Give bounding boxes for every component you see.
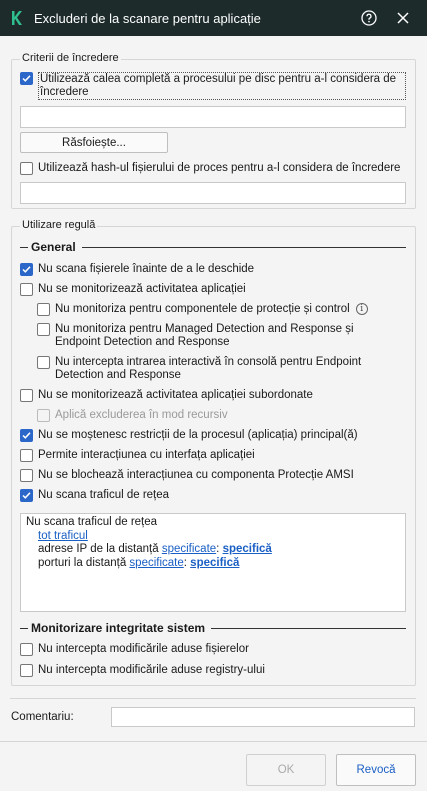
window-title: Excluderi de la scanare pentru aplicație xyxy=(34,10,261,26)
rule-no-monitor-mdr-edr[interactable]: Nu monitoriza pentru Managed Detection a… xyxy=(37,323,377,349)
rule-apply-recursive: Aplică excluderea în mod recursiv xyxy=(37,409,228,422)
rule-usage-legend: Utilizare regulă xyxy=(20,219,98,231)
checkbox[interactable] xyxy=(20,389,33,402)
integrity-section-heading: Monitorizare integritate sistem xyxy=(20,621,406,635)
separator: : xyxy=(216,543,220,555)
use-hash-checkbox-row[interactable]: Utilizează hash-ul fișierului de proces … xyxy=(20,162,410,175)
process-hash-input[interactable] xyxy=(20,182,406,204)
checkbox-label: Nu intercepta intrarea interactivă în co… xyxy=(55,356,362,381)
rule-no-monitor-child[interactable]: Nu se monitorizează activitatea aplicați… xyxy=(20,389,313,402)
checkbox[interactable] xyxy=(37,303,50,316)
button-bar: OK Revocă xyxy=(0,741,427,791)
process-path-input[interactable] xyxy=(20,106,406,128)
dialog-body: Criterii de încredere Utilizează calea c… xyxy=(0,36,427,791)
use-path-checkbox-row[interactable]: Utilizează calea completă a procesului p… xyxy=(20,72,406,100)
trust-criteria-legend: Criterii de încredere xyxy=(20,52,121,64)
checkbox-label: Nu intercepta modificările aduse fișiere… xyxy=(38,643,249,655)
use-path-checkbox[interactable] xyxy=(20,72,33,85)
remote-ip-label: adrese IP de la distanță xyxy=(38,543,159,555)
browse-button[interactable]: Răsfoiește... xyxy=(20,132,168,153)
traffic-desc-line1: Nu scana traficul de rețea xyxy=(26,516,158,528)
remote-ports-specified-link[interactable]: specificate xyxy=(129,557,183,569)
checkbox[interactable] xyxy=(20,263,33,276)
checkbox[interactable] xyxy=(20,429,33,442)
checkbox-label: Aplică excluderea în mod recursiv xyxy=(55,409,228,421)
traffic-rule-description: Nu scana traficul de rețea tot traficul … xyxy=(20,513,406,612)
checkbox[interactable] xyxy=(20,283,33,296)
separator: : xyxy=(183,556,187,569)
help-icon[interactable] xyxy=(359,8,379,28)
ok-button[interactable]: OK xyxy=(246,754,326,786)
general-section-heading: General xyxy=(20,240,406,254)
checkbox-label: Permite interacțiunea cu interfața aplic… xyxy=(38,449,255,461)
rule-no-monitor-protection[interactable]: Nu monitoriza pentru componentele de pro… xyxy=(37,303,368,316)
rule-no-scan-traffic[interactable]: Nu scana traficul de rețea xyxy=(20,489,169,502)
comment-input[interactable] xyxy=(111,707,415,727)
checkbox-label: Nu monitoriza pentru Managed Detection a… xyxy=(55,323,354,348)
checkbox-label: Nu se monitorizează activitatea aplicați… xyxy=(38,283,246,295)
checkbox-label: Nu se moștenesc restricții de la procesu… xyxy=(38,429,358,441)
rule-allow-ui-interaction[interactable]: Permite interacțiunea cu interfața aplic… xyxy=(20,449,255,462)
checkbox[interactable] xyxy=(37,356,50,369)
comment-label: Comentariu: xyxy=(11,711,74,723)
integrity-no-intercept-registry[interactable]: Nu intercepta modificările aduse registr… xyxy=(20,664,265,677)
checkbox xyxy=(37,409,50,422)
checkbox-label: Nu intercepta modificările aduse registr… xyxy=(38,664,265,676)
info-icon[interactable]: i xyxy=(355,303,368,315)
checkbox[interactable] xyxy=(20,449,33,462)
checkbox[interactable] xyxy=(20,469,33,482)
cancel-button[interactable]: Revocă xyxy=(336,754,416,786)
close-icon[interactable] xyxy=(393,8,413,28)
checkbox-label: Nu scana fișierele înainte de a le desch… xyxy=(38,263,255,275)
title-bar: Excluderi de la scanare pentru aplicație xyxy=(0,0,427,36)
checkbox[interactable] xyxy=(37,323,50,336)
remote-ip-specify-link[interactable]: specifică xyxy=(223,543,272,555)
use-hash-label: Utilizează hash-ul fișierului de proces … xyxy=(38,162,401,174)
rule-no-block-amsi[interactable]: Nu se blochează interacțiunea cu compone… xyxy=(20,469,354,482)
kaspersky-logo-icon xyxy=(10,11,22,25)
rule-no-inherit-restrictions[interactable]: Nu se moștenesc restricții de la procesu… xyxy=(20,429,358,442)
remote-ip-specified-link[interactable]: specificate xyxy=(162,543,216,555)
use-path-label: Utilizează calea completă a procesului p… xyxy=(38,72,406,100)
checkbox-label: Nu monitoriza pentru componentele de pro… xyxy=(55,303,350,315)
rule-no-monitor-activity[interactable]: Nu se monitorizează activitatea aplicați… xyxy=(20,283,246,296)
all-traffic-link[interactable]: tot traficul xyxy=(38,530,88,542)
checkbox[interactable] xyxy=(20,489,33,502)
rule-no-intercept-console[interactable]: Nu intercepta intrarea interactivă în co… xyxy=(37,356,377,382)
remote-ports-specify-link[interactable]: specifică xyxy=(190,557,239,569)
remote-ports-label: porturi la distanță xyxy=(38,556,127,569)
use-hash-checkbox[interactable] xyxy=(20,162,33,175)
checkbox-label: Nu se blochează interacțiunea cu compone… xyxy=(38,469,354,481)
checkbox-label: Nu se monitorizează activitatea aplicați… xyxy=(38,389,313,401)
rule-no-scan-before-open[interactable]: Nu scana fișierele înainte de a le desch… xyxy=(20,263,254,276)
integrity-no-intercept-files[interactable]: Nu intercepta modificările aduse fișiere… xyxy=(20,643,249,656)
checkbox-label: Nu scana traficul de rețea xyxy=(38,489,170,501)
separator xyxy=(10,698,416,699)
checkbox[interactable] xyxy=(20,643,33,656)
checkbox[interactable] xyxy=(20,664,33,677)
